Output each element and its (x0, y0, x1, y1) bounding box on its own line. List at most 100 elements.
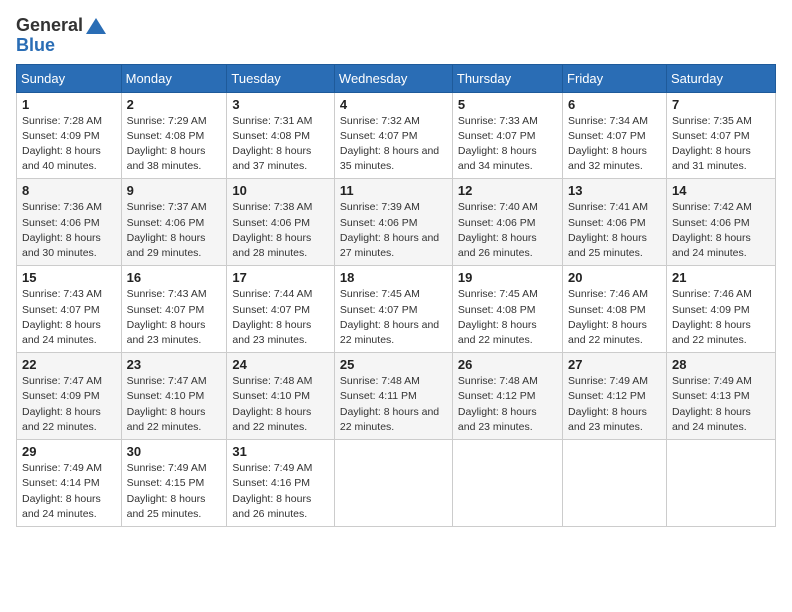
day-info: Sunrise: 7:49 AMSunset: 4:12 PMDaylight:… (568, 374, 661, 435)
day-number: 5 (458, 97, 557, 112)
day-info: Sunrise: 7:28 AMSunset: 4:09 PMDaylight:… (22, 114, 116, 175)
day-info: Sunrise: 7:43 AMSunset: 4:07 PMDaylight:… (22, 287, 116, 348)
day-number: 13 (568, 183, 661, 198)
calendar-week-4: 22Sunrise: 7:47 AMSunset: 4:09 PMDayligh… (17, 353, 776, 440)
calendar-cell: 29 Sunrise: 7:49 AMSunset: 4:14 PMDayligh… (17, 440, 122, 527)
calendar-cell: 4Sunrise: 7:32 AMSunset: 4:07 PMDaylight… (334, 92, 452, 179)
day-number: 29 (22, 444, 116, 459)
day-info: Sunrise: 7:37 AMSunset: 4:06 PMDaylight:… (127, 200, 222, 261)
day-number: 18 (340, 270, 447, 285)
day-number: 24 (232, 357, 329, 372)
calendar-cell: 21 Sunrise: 7:46 AMSunset: 4:09 PMDayligh… (666, 266, 775, 353)
day-info: Sunrise: 7:36 AMSunset: 4:06 PMDaylight:… (22, 200, 116, 261)
day-info: Sunrise: 7:35 AMSunset: 4:07 PMDaylight:… (672, 114, 770, 175)
day-number: 12 (458, 183, 557, 198)
day-number: 30 (127, 444, 222, 459)
calendar-cell: 30 Sunrise: 7:49 AMSunset: 4:15 PMDayligh… (121, 440, 227, 527)
calendar-cell: 18 Sunrise: 7:45 AMSunset: 4:07 PMDayligh… (334, 266, 452, 353)
day-number: 17 (232, 270, 329, 285)
day-info: Sunrise: 7:45 AMSunset: 4:07 PMDaylight:… (340, 287, 447, 348)
column-header-monday: Monday (121, 64, 227, 92)
calendar-cell: 1 Sunrise: 7:28 AMSunset: 4:09 PMDaylight… (17, 92, 122, 179)
day-number: 10 (232, 183, 329, 198)
day-info: Sunrise: 7:40 AMSunset: 4:06 PMDaylight:… (458, 200, 557, 261)
day-info: Sunrise: 7:39 AMSunset: 4:06 PMDaylight:… (340, 200, 447, 261)
logo-general: General (16, 16, 83, 36)
calendar-cell: 5 Sunrise: 7:33 AMSunset: 4:07 PMDaylight… (452, 92, 562, 179)
day-info: Sunrise: 7:48 AMSunset: 4:12 PMDaylight:… (458, 374, 557, 435)
column-header-thursday: Thursday (452, 64, 562, 92)
day-number: 16 (127, 270, 222, 285)
day-info: Sunrise: 7:43 AMSunset: 4:07 PMDaylight:… (127, 287, 222, 348)
day-number: 21 (672, 270, 770, 285)
calendar-week-3: 15 Sunrise: 7:43 AMSunset: 4:07 PMDayligh… (17, 266, 776, 353)
logo-blue: Blue (16, 36, 107, 56)
day-number: 4 (340, 97, 447, 112)
day-number: 11 (340, 183, 447, 198)
header: General Blue (16, 16, 776, 56)
calendar-cell: 19 Sunrise: 7:45 AMSunset: 4:08 PMDayligh… (452, 266, 562, 353)
day-number: 6 (568, 97, 661, 112)
day-number: 3 (232, 97, 329, 112)
day-info: Sunrise: 7:49 AMSunset: 4:15 PMDaylight:… (127, 461, 222, 522)
calendar-cell: 8Sunrise: 7:36 AMSunset: 4:06 PMDaylight… (17, 179, 122, 266)
day-info: Sunrise: 7:46 AMSunset: 4:08 PMDaylight:… (568, 287, 661, 348)
day-info: Sunrise: 7:49 AMSunset: 4:13 PMDaylight:… (672, 374, 770, 435)
day-number: 1 (22, 97, 116, 112)
logo-wrapper: General Blue (16, 16, 107, 56)
calendar-cell: 13 Sunrise: 7:41 AMSunset: 4:06 PMDayligh… (563, 179, 667, 266)
calendar-cell: 2Sunrise: 7:29 AMSunset: 4:08 PMDaylight… (121, 92, 227, 179)
day-number: 25 (340, 357, 447, 372)
day-info: Sunrise: 7:48 AMSunset: 4:10 PMDaylight:… (232, 374, 329, 435)
day-info: Sunrise: 7:48 AMSunset: 4:11 PMDaylight:… (340, 374, 447, 435)
calendar-cell: 6 Sunrise: 7:34 AMSunset: 4:07 PMDaylight… (563, 92, 667, 179)
calendar-header-row: SundayMondayTuesdayWednesdayThursdayFrid… (17, 64, 776, 92)
day-number: 14 (672, 183, 770, 198)
calendar-table: SundayMondayTuesdayWednesdayThursdayFrid… (16, 64, 776, 527)
day-info: Sunrise: 7:44 AMSunset: 4:07 PMDaylight:… (232, 287, 329, 348)
calendar-cell: 17 Sunrise: 7:44 AMSunset: 4:07 PMDayligh… (227, 266, 335, 353)
logo: General Blue (16, 16, 107, 56)
calendar-cell (452, 440, 562, 527)
calendar-week-2: 8Sunrise: 7:36 AMSunset: 4:06 PMDaylight… (17, 179, 776, 266)
calendar-cell: 22Sunrise: 7:47 AMSunset: 4:09 PMDayligh… (17, 353, 122, 440)
day-info: Sunrise: 7:33 AMSunset: 4:07 PMDaylight:… (458, 114, 557, 175)
column-header-saturday: Saturday (666, 64, 775, 92)
day-number: 31 (232, 444, 329, 459)
column-header-friday: Friday (563, 64, 667, 92)
day-info: Sunrise: 7:41 AMSunset: 4:06 PMDaylight:… (568, 200, 661, 261)
calendar-cell: 31 Sunrise: 7:49 AMSunset: 4:16 PMDayligh… (227, 440, 335, 527)
day-info: Sunrise: 7:38 AMSunset: 4:06 PMDaylight:… (232, 200, 329, 261)
day-info: Sunrise: 7:49 AMSunset: 4:14 PMDaylight:… (22, 461, 116, 522)
calendar-cell: 7 Sunrise: 7:35 AMSunset: 4:07 PMDaylight… (666, 92, 775, 179)
day-number: 19 (458, 270, 557, 285)
calendar-cell: 20 Sunrise: 7:46 AMSunset: 4:08 PMDayligh… (563, 266, 667, 353)
calendar-week-5: 29 Sunrise: 7:49 AMSunset: 4:14 PMDayligh… (17, 440, 776, 527)
day-number: 27 (568, 357, 661, 372)
calendar-cell: 9 Sunrise: 7:37 AMSunset: 4:06 PMDaylight… (121, 179, 227, 266)
day-number: 20 (568, 270, 661, 285)
day-info: Sunrise: 7:31 AMSunset: 4:08 PMDaylight:… (232, 114, 329, 175)
calendar-cell: 28 Sunrise: 7:49 AMSunset: 4:13 PMDayligh… (666, 353, 775, 440)
day-info: Sunrise: 7:49 AMSunset: 4:16 PMDaylight:… (232, 461, 329, 522)
calendar-cell: 24 Sunrise: 7:48 AMSunset: 4:10 PMDayligh… (227, 353, 335, 440)
day-info: Sunrise: 7:34 AMSunset: 4:07 PMDaylight:… (568, 114, 661, 175)
day-info: Sunrise: 7:45 AMSunset: 4:08 PMDaylight:… (458, 287, 557, 348)
day-number: 7 (672, 97, 770, 112)
calendar-cell: 26Sunrise: 7:48 AMSunset: 4:12 PMDayligh… (452, 353, 562, 440)
calendar-cell (334, 440, 452, 527)
day-info: Sunrise: 7:46 AMSunset: 4:09 PMDaylight:… (672, 287, 770, 348)
column-header-wednesday: Wednesday (334, 64, 452, 92)
calendar-cell (563, 440, 667, 527)
calendar-cell: 23Sunrise: 7:47 AMSunset: 4:10 PMDayligh… (121, 353, 227, 440)
column-header-tuesday: Tuesday (227, 64, 335, 92)
day-number: 28 (672, 357, 770, 372)
day-number: 23 (127, 357, 222, 372)
column-header-sunday: Sunday (17, 64, 122, 92)
day-number: 15 (22, 270, 116, 285)
calendar-cell: 11 Sunrise: 7:39 AMSunset: 4:06 PMDayligh… (334, 179, 452, 266)
calendar-cell: 3 Sunrise: 7:31 AMSunset: 4:08 PMDaylight… (227, 92, 335, 179)
day-number: 9 (127, 183, 222, 198)
calendar-cell: 27 Sunrise: 7:49 AMSunset: 4:12 PMDayligh… (563, 353, 667, 440)
logo-triangle-icon (85, 17, 107, 35)
